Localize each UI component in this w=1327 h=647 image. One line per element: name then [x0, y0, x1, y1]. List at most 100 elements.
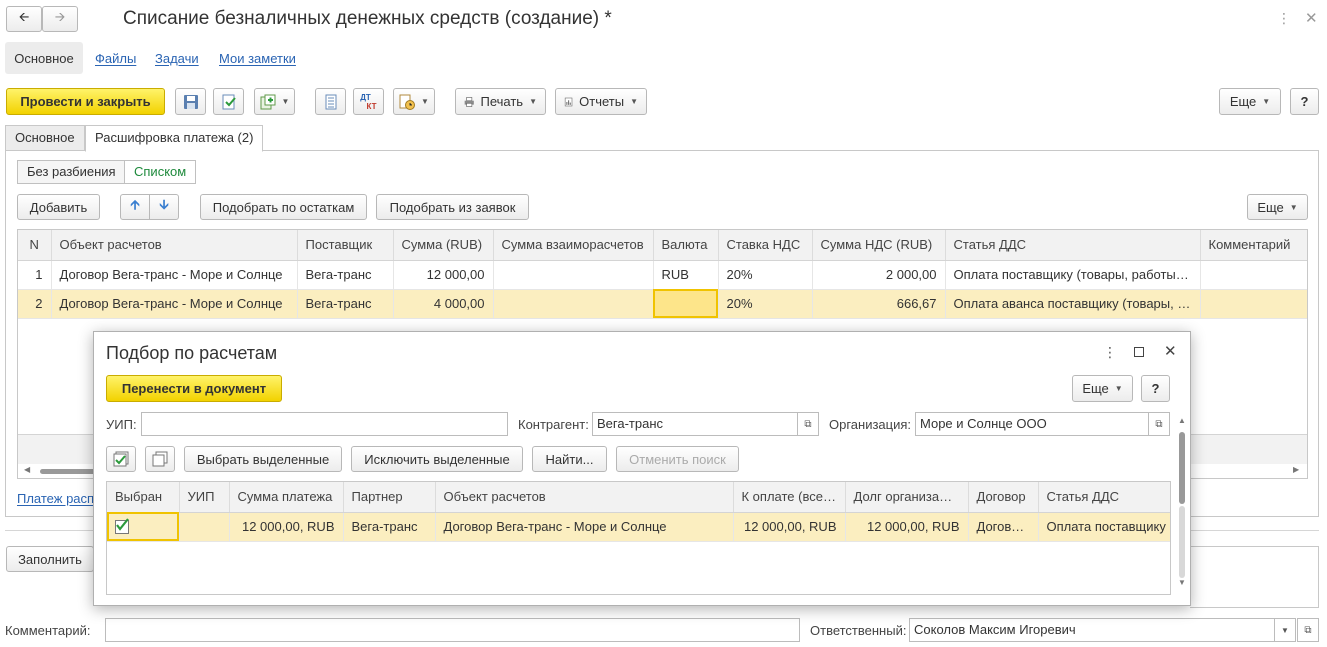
scroll-thumb[interactable]: [1179, 432, 1185, 504]
cell-org-debt[interactable]: 12 000,00, RUB: [845, 512, 969, 542]
cell-supplier[interactable]: Вега-транс: [297, 289, 394, 319]
forward-button[interactable]: 🡪: [42, 6, 78, 32]
add-button[interactable]: Добавить: [17, 194, 100, 220]
table-more-button[interactable]: Еще ▼: [1247, 194, 1308, 220]
cell-settlement-object[interactable]: Договор Вега-транс - Море и Солнце: [51, 289, 298, 319]
cell-currency[interactable]: RUB: [653, 260, 719, 290]
cell-vat-rate[interactable]: 20%: [718, 260, 813, 290]
document-list-button[interactable]: [315, 88, 346, 115]
nav-tab-notes[interactable]: Мои заметки: [219, 51, 296, 66]
scroll-up-icon[interactable]: ▲: [1178, 416, 1186, 425]
post-and-close-button[interactable]: Провести и закрыть: [6, 88, 165, 115]
cell-comment[interactable]: [1200, 260, 1307, 290]
cell-settlement-amount[interactable]: [493, 289, 654, 319]
table-row[interactable]: 1 Договор Вега-транс - Море и Солнце Вег…: [18, 260, 1307, 290]
cell-settlement-amount[interactable]: [493, 260, 654, 290]
cell-supplier[interactable]: Вега-транс: [297, 260, 394, 290]
select-selected-button[interactable]: Выбрать выделенные: [184, 446, 342, 472]
organization-open-button[interactable]: ⧉: [1148, 412, 1170, 436]
nav-tab-files[interactable]: Файлы: [95, 51, 136, 66]
cell-currency[interactable]: [653, 289, 719, 319]
move-down-button[interactable]: 🡫: [149, 194, 179, 220]
col-payment-amount[interactable]: Сумма платежа: [229, 482, 344, 513]
col-cashflow-item[interactable]: Статья ДДС: [1038, 482, 1170, 513]
col-selected[interactable]: Выбран: [107, 482, 180, 513]
scroll-right-icon[interactable]: ▶: [1293, 465, 1299, 474]
dialog-vertical-scrollbar[interactable]: ▲ ▼: [1177, 416, 1187, 592]
cell-comment[interactable]: [1200, 289, 1307, 319]
checkbox-checked-icon[interactable]: [115, 518, 129, 534]
col-amount[interactable]: Сумма (RUB): [393, 230, 494, 261]
col-contract[interactable]: Договор: [968, 482, 1039, 513]
col-vat-rate[interactable]: Ставка НДС: [718, 230, 813, 261]
col-currency[interactable]: Валюта: [653, 230, 719, 261]
check-all-button[interactable]: [106, 446, 136, 472]
nav-tab-main[interactable]: Основное: [5, 42, 83, 74]
cell-settlement-object[interactable]: Договор Вега-транс - Море и Солнце: [435, 512, 734, 542]
col-settlement-object[interactable]: Объект расчетов: [435, 482, 734, 513]
cell-amount[interactable]: 12 000,00: [393, 260, 494, 290]
more-vertical-icon[interactable]: ⋮: [1277, 10, 1291, 27]
responsible-dropdown-button[interactable]: ▼: [1274, 618, 1296, 642]
form-tab-payment-breakdown[interactable]: Расшифровка платежа (2): [85, 125, 264, 152]
dtkt-button[interactable]: ДТ КТ: [353, 88, 384, 115]
scroll-down-icon[interactable]: ▼: [1178, 578, 1186, 587]
reports-button[interactable]: Отчеты ▼: [555, 88, 647, 115]
cancel-search-button[interactable]: Отменить поиск: [616, 446, 739, 472]
find-button[interactable]: Найти...: [532, 446, 607, 472]
cell-cashflow-item[interactable]: Оплата поставщику (товары, работы,…: [945, 260, 1201, 290]
cell-uip[interactable]: [179, 512, 230, 542]
cell-partner[interactable]: Вега-транс: [343, 512, 436, 542]
table-row[interactable]: 12 000,00, RUB Вега-транс Договор Вега-т…: [107, 512, 1170, 542]
col-supplier[interactable]: Поставщик: [297, 230, 394, 261]
dialog-help-button[interactable]: ?: [1141, 375, 1170, 402]
responsible-field[interactable]: Соколов Максим Игоревич: [909, 618, 1275, 642]
uncheck-all-button[interactable]: [145, 446, 175, 472]
comment-field[interactable]: [105, 618, 800, 642]
attachments-button[interactable]: ▼: [393, 88, 435, 115]
back-button[interactable]: 🡨: [6, 6, 42, 32]
form-tab-main[interactable]: Основное: [5, 125, 85, 151]
col-settlement-object[interactable]: Объект расчетов: [51, 230, 298, 261]
toggle-no-split[interactable]: Без разбиения: [17, 160, 126, 184]
cell-contract[interactable]: Договор…: [968, 512, 1039, 542]
cell-payment-amount[interactable]: 12 000,00, RUB: [229, 512, 344, 542]
cell-selected-checkbox[interactable]: [107, 512, 180, 542]
toggle-list[interactable]: Списком: [124, 160, 197, 184]
cell-vat-amount[interactable]: 2 000,00: [812, 260, 946, 290]
responsible-open-button[interactable]: ⧉: [1297, 618, 1319, 642]
dialog-more-vertical-icon[interactable]: ⋮: [1103, 344, 1117, 361]
fill-button[interactable]: Заполнить: [6, 546, 94, 572]
counterparty-field[interactable]: Вега-транс: [592, 412, 798, 436]
nav-tab-tasks[interactable]: Задачи: [155, 51, 199, 66]
uip-field[interactable]: [141, 412, 508, 436]
cell-to-pay-total[interactable]: 12 000,00, RUB: [733, 512, 846, 542]
pick-by-balances-button[interactable]: Подобрать по остаткам: [200, 194, 367, 220]
col-org-debt[interactable]: Долг организации: [845, 482, 969, 513]
move-up-button[interactable]: 🡩: [120, 194, 150, 220]
col-settlement-amount[interactable]: Сумма взаиморасчетов: [493, 230, 654, 261]
help-button[interactable]: ?: [1290, 88, 1319, 115]
col-cashflow-item[interactable]: Статья ДДС: [945, 230, 1201, 261]
counterparty-open-button[interactable]: ⧉: [797, 412, 819, 436]
dialog-more-button[interactable]: Еще ▼: [1072, 375, 1133, 402]
table-row[interactable]: 2 Договор Вега-транс - Море и Солнце Вег…: [18, 289, 1307, 319]
print-button[interactable]: Печать ▼: [455, 88, 546, 115]
cell-vat-amount[interactable]: 666,67: [812, 289, 946, 319]
post-button[interactable]: [213, 88, 244, 115]
col-comment[interactable]: Комментарий: [1200, 230, 1307, 261]
cell-cashflow-item[interactable]: Оплата аванса поставщику (товары, …: [945, 289, 1201, 319]
organization-field[interactable]: Море и Солнце ООО: [915, 412, 1149, 436]
close-icon[interactable]: ✕: [1305, 9, 1318, 27]
create-based-on-button[interactable]: ▼: [254, 88, 295, 115]
more-button[interactable]: Еще ▼: [1219, 88, 1281, 115]
cell-cashflow-item[interactable]: Оплата поставщику: [1038, 512, 1170, 542]
col-to-pay-total[interactable]: К оплате (всего): [733, 482, 846, 513]
cell-amount[interactable]: 4 000,00: [393, 289, 494, 319]
col-uip[interactable]: УИП: [179, 482, 230, 513]
exclude-selected-button[interactable]: Исключить выделенные: [351, 446, 523, 472]
transfer-to-document-button[interactable]: Перенести в документ: [106, 375, 282, 402]
dialog-maximize-icon[interactable]: [1134, 347, 1144, 357]
col-vat-amount[interactable]: Сумма НДС (RUB): [812, 230, 946, 261]
col-partner[interactable]: Партнер: [343, 482, 436, 513]
